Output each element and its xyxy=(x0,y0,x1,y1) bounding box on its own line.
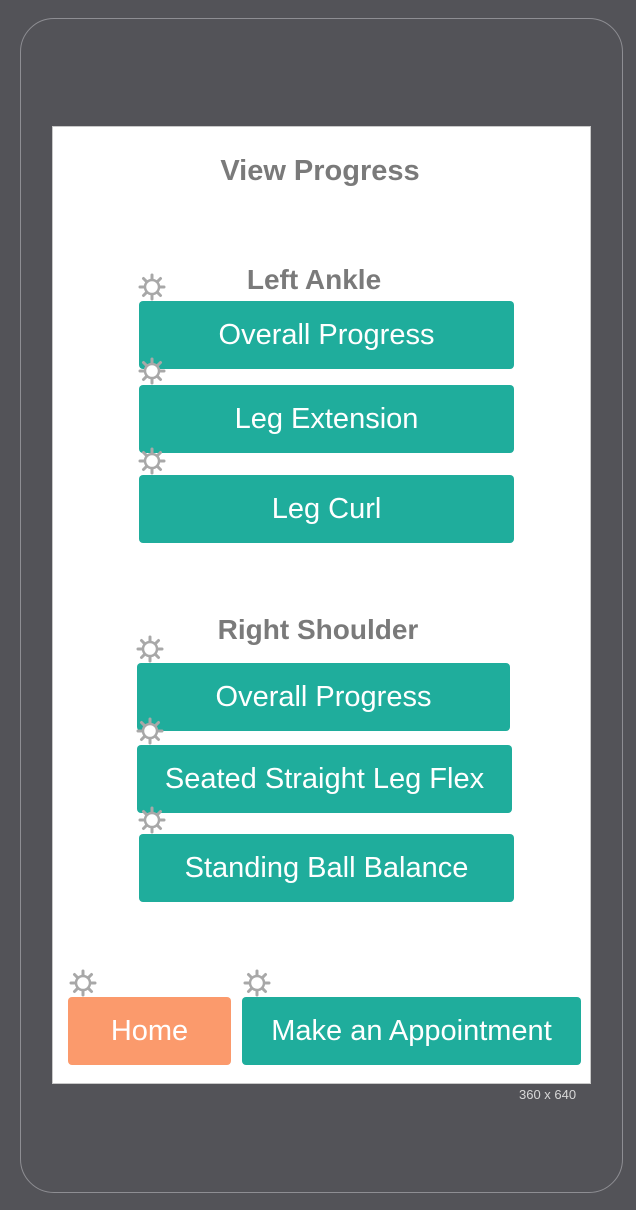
gear-icon[interactable] xyxy=(138,273,166,301)
gear-icon[interactable] xyxy=(136,717,164,745)
gear-icon[interactable] xyxy=(243,969,271,997)
home-button[interactable]: Home xyxy=(68,997,231,1065)
gear-icon[interactable] xyxy=(136,635,164,663)
standing-ball-balance-button[interactable]: Standing Ball Balance xyxy=(139,834,514,902)
section-heading-right-shoulder: Right Shoulder xyxy=(217,614,419,645)
section-heading-left-ankle: Left Ankle xyxy=(246,264,382,295)
gear-icon[interactable] xyxy=(138,447,166,475)
leg-curl-button[interactable]: Leg Curl xyxy=(139,475,514,543)
gear-icon[interactable] xyxy=(69,969,97,997)
make-appointment-button[interactable]: Make an Appointment xyxy=(242,997,581,1065)
gear-icon[interactable] xyxy=(138,806,166,834)
left-ankle-overall-progress-button[interactable]: Overall Progress xyxy=(139,301,514,369)
leg-extension-button[interactable]: Leg Extension xyxy=(139,385,514,453)
gear-icon[interactable] xyxy=(138,357,166,385)
seated-straight-leg-flex-button[interactable]: Seated Straight Leg Flex xyxy=(137,745,512,813)
right-shoulder-overall-progress-button[interactable]: Overall Progress xyxy=(137,663,510,731)
device-size-label: 360 x 640 xyxy=(519,1087,577,1102)
page-title: View Progress xyxy=(220,155,420,187)
